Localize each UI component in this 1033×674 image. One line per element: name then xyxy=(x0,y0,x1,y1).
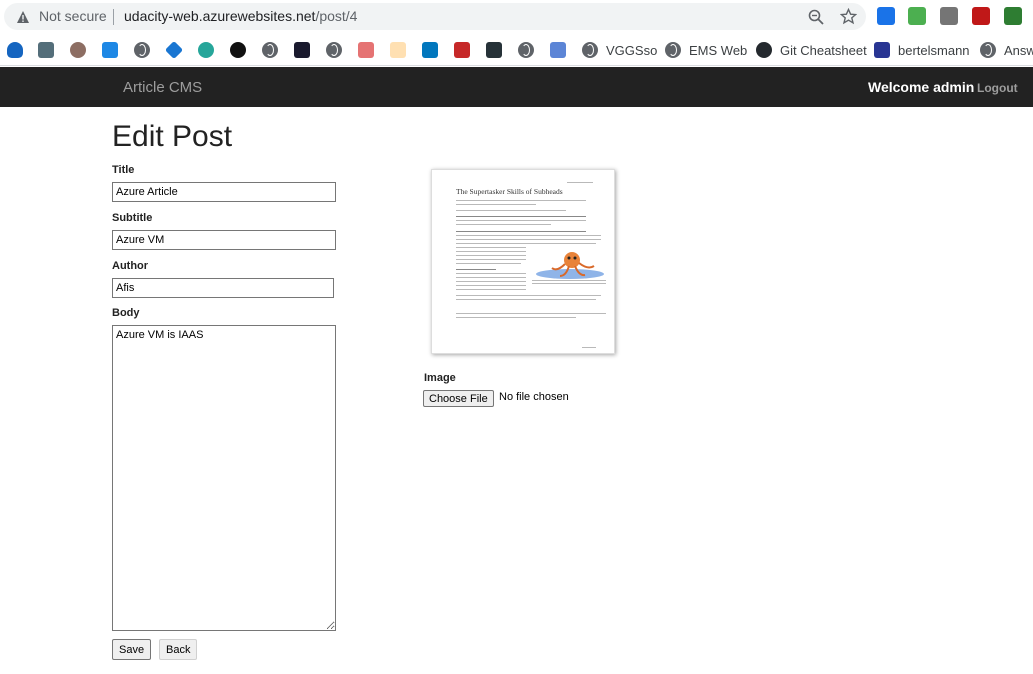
subtitle-label: Subtitle xyxy=(112,212,153,224)
bookmark-globe-4[interactable] xyxy=(518,41,534,59)
title-label: Title xyxy=(112,164,135,176)
bookmark-answ[interactable]: Answ xyxy=(980,41,1033,59)
file-status-text: No file chosen xyxy=(499,391,569,403)
bookmark-label: Git Cheatsheet xyxy=(780,42,867,58)
choose-file-button[interactable]: Choose File xyxy=(423,390,494,407)
globe-icon xyxy=(980,42,996,58)
bookmark-chatgpt[interactable] xyxy=(486,41,510,59)
bookmark-globe-1[interactable] xyxy=(134,41,150,59)
globe-icon xyxy=(326,42,342,58)
bookmark-r[interactable] xyxy=(550,41,574,59)
back-button[interactable]: Back xyxy=(159,639,198,660)
security-status[interactable]: Not secure xyxy=(39,8,107,24)
bookmark-xing[interactable] xyxy=(102,41,126,59)
github-icon xyxy=(756,42,772,58)
thumbnail-title: The Supertasker Skills of Subheads xyxy=(456,187,563,196)
image-label: Image xyxy=(424,372,456,384)
url-text[interactable]: udacity-web.azurewebsites.net/post/4 xyxy=(124,8,357,24)
r-icon xyxy=(550,42,566,58)
api-icon xyxy=(422,42,438,58)
bookmark-w[interactable] xyxy=(390,41,414,59)
bookmark-git-cheatsheet[interactable]: Git Cheatsheet xyxy=(756,41,867,59)
bookmark-jpg-pdf[interactable] xyxy=(358,41,382,59)
bookmarks-bar: VGGSso EMS Web Git Cheatsheet bertelsman… xyxy=(0,34,1033,66)
bookmark-star-icon[interactable] xyxy=(840,8,857,25)
body-textarea[interactable]: Azure VM is IAAS xyxy=(112,325,336,631)
page-title: Edit Post xyxy=(112,120,233,153)
globe-icon xyxy=(518,42,534,58)
url-path: /post/4 xyxy=(315,8,358,24)
url-host: udacity-web.azurewebsites.net xyxy=(124,8,316,24)
warning-icon xyxy=(17,11,29,23)
gray-extension-icon[interactable] xyxy=(940,7,958,25)
author-label: Author xyxy=(112,260,149,272)
bookmark-globe-2[interactable] xyxy=(262,41,278,59)
bookmark-diamond[interactable] xyxy=(164,40,190,60)
logout-link[interactable]: Logout xyxy=(977,81,1018,95)
seven-icon xyxy=(230,42,246,58)
w-icon xyxy=(390,42,406,58)
pd-icon xyxy=(454,42,470,58)
globe-icon xyxy=(262,42,278,58)
brand-link[interactable]: Article CMS xyxy=(123,79,202,96)
mcafee-extension-icon[interactable] xyxy=(972,7,990,25)
window-icon xyxy=(874,42,890,58)
bookmark-octopus[interactable] xyxy=(7,41,31,59)
octopus-illustration-icon xyxy=(536,252,604,279)
bookmark-globe-3[interactable] xyxy=(326,41,342,59)
bookmark-person[interactable] xyxy=(70,41,94,59)
navbar: Article CMS Welcome admin Logout xyxy=(0,67,1033,107)
globe-icon xyxy=(665,42,681,58)
bookmark-sparkle[interactable] xyxy=(294,41,318,59)
bookmark-label: bertelsmann xyxy=(898,42,970,58)
bookmark-label: Answ xyxy=(1004,42,1033,58)
address-bar[interactable]: Not secure udacity-web.azurewebsites.net… xyxy=(4,3,866,30)
image-thumbnail: The Supertasker Skills of Subheads xyxy=(431,169,615,354)
stack-icon xyxy=(38,42,54,58)
separator xyxy=(113,9,114,25)
bookmark-api[interactable] xyxy=(422,41,446,59)
author-input[interactable] xyxy=(112,278,334,298)
welcome-text: Welcome admin xyxy=(868,79,975,95)
person-icon xyxy=(70,42,86,58)
bookmark-stack[interactable] xyxy=(38,41,62,59)
globe-icon xyxy=(582,42,598,58)
browser-toolbar: Not secure udacity-web.azurewebsites.net… xyxy=(0,0,1033,34)
bookmark-shield[interactable] xyxy=(198,41,222,59)
subtitle-input[interactable] xyxy=(112,230,336,250)
jpg-pdf-icon xyxy=(358,42,374,58)
bookmark-label: VGGSso xyxy=(606,42,658,58)
globe-icon xyxy=(134,42,150,58)
sparkle-icon xyxy=(294,42,310,58)
title-input[interactable] xyxy=(112,182,336,202)
green-extension-icon[interactable] xyxy=(1004,7,1022,25)
shield-icon xyxy=(198,42,214,58)
chatgpt-icon xyxy=(486,42,502,58)
bookmark-seven[interactable] xyxy=(230,41,254,59)
zoom-icon[interactable] xyxy=(808,9,824,25)
bookmark-ems-web[interactable]: EMS Web xyxy=(665,41,747,59)
bookmark-pd[interactable] xyxy=(454,41,478,59)
bookmark-label: EMS Web xyxy=(689,42,748,58)
printer-extension-icon[interactable] xyxy=(908,7,926,25)
xing-icon xyxy=(102,42,118,58)
bookmark-bertelsmann[interactable]: bertelsmann xyxy=(874,41,970,59)
save-button[interactable]: Save xyxy=(112,639,152,660)
translate-extension-icon[interactable] xyxy=(877,7,895,25)
bookmark-vggsso[interactable]: VGGSso xyxy=(582,41,657,59)
body-label: Body xyxy=(112,307,140,319)
octopus-icon xyxy=(7,42,23,58)
diamond-icon xyxy=(164,40,184,60)
